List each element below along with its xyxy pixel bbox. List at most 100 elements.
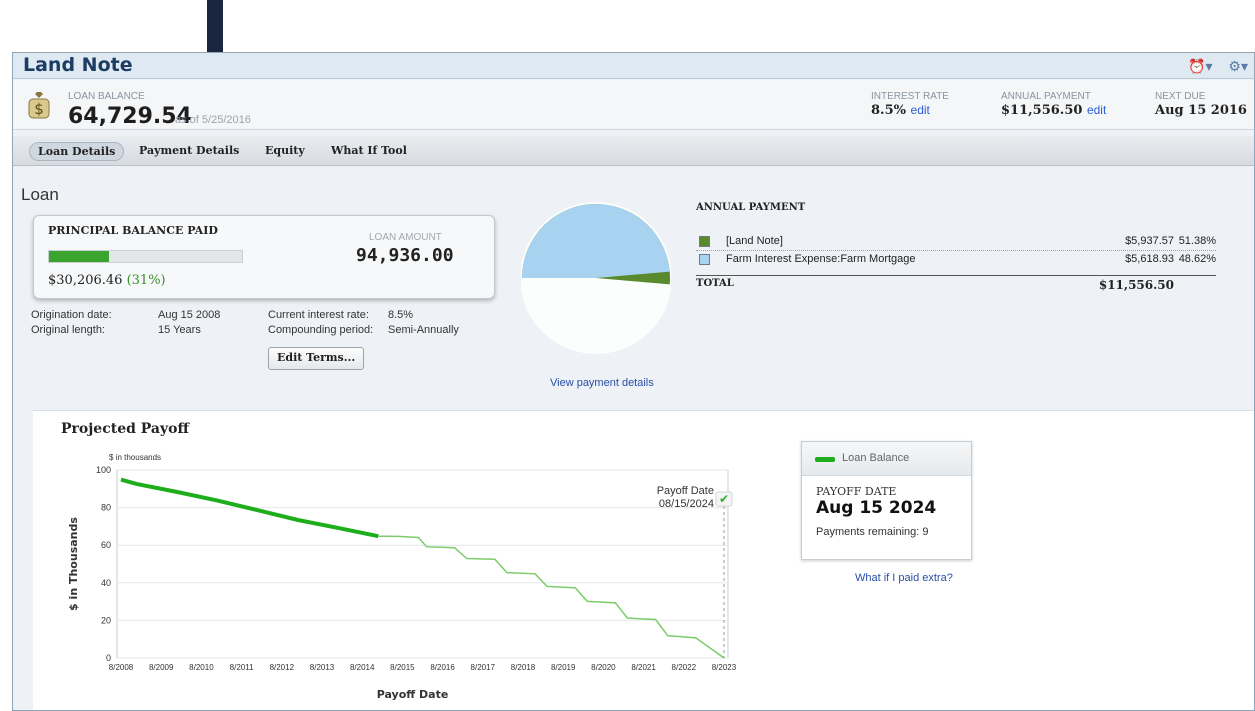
money-bag-icon: $ <box>28 92 50 119</box>
y-tick-label: 40 <box>101 578 111 588</box>
payment-amount: $5,937.57 <box>1125 235 1174 247</box>
interest-rate-stat: INTEREST RATE 8.5% edit <box>871 91 949 118</box>
payoff-date-value: Aug 15 2024 <box>816 498 937 518</box>
loan-balance-label: LOAN BALANCE <box>68 91 145 102</box>
payment-name: [Land Note] <box>726 235 783 247</box>
window-title: Land Note <box>23 54 133 76</box>
x-tick-label: 8/2012 <box>270 663 295 672</box>
svg-text:$: $ <box>34 100 44 118</box>
principal-paid: $30,206.46 (31%) <box>48 273 166 288</box>
interest-rate-edit-link[interactable]: edit <box>911 103 930 117</box>
units-label: $ in thousands <box>109 453 161 462</box>
next-due-value: Aug 15 2016 <box>1155 103 1247 118</box>
gear-icon[interactable]: ⚙▾ <box>1228 58 1248 74</box>
principal-paid-percent: (31%) <box>126 273 166 288</box>
x-tick-label: 8/2020 <box>591 663 616 672</box>
loan-balance-date: as of 5/25/2016 <box>175 114 251 126</box>
annual-payment-stat: ANNUAL PAYMENT $11,556.50 edit <box>1001 91 1106 118</box>
principal-progress-fill <box>49 251 109 262</box>
current-rate-value: 8.5% <box>388 309 414 321</box>
x-tick-label: 8/2013 <box>310 663 335 672</box>
next-due-label: NEXT DUE <box>1155 91 1206 102</box>
payoff-summary-box: Loan Balance PAYOFF DATE Aug 15 2024 Pay… <box>801 441 972 560</box>
principal-balance-title: PRINCIPAL BALANCE PAID <box>48 224 218 237</box>
land-note-swatch <box>699 236 710 247</box>
farm-interest-swatch <box>699 254 710 265</box>
principal-balance-card: PRINCIPAL BALANCE PAID $30,206.46 (31%) … <box>33 215 495 299</box>
payment-row: Farm Interest Expense:Farm Mortgage $5,6… <box>696 251 1216 269</box>
payoff-annotation-date: 08/15/2024 <box>659 498 714 510</box>
x-tick-label: 8/2016 <box>430 663 455 672</box>
x-tick-label: 8/2023 <box>712 663 737 672</box>
title-bar: Land Note ⏰▾ ⚙▾ <box>13 53 1254 79</box>
legend-header: Loan Balance <box>802 442 971 476</box>
original-length-label: Original length: <box>31 324 105 336</box>
view-payment-details-link[interactable]: View payment details <box>550 377 654 389</box>
payment-percent: 48.62% <box>1178 253 1216 265</box>
payment-name: Farm Interest Expense:Farm Mortgage <box>726 253 916 265</box>
original-length-value: 15 Years <box>158 324 201 336</box>
compounding-value: Semi-Annually <box>388 324 459 336</box>
payments-remaining: Payments remaining: 9 <box>816 526 929 538</box>
x-tick-label: 8/2017 <box>471 663 496 672</box>
loan-balance-swatch <box>815 457 835 462</box>
tab-equity[interactable]: Equity <box>257 142 313 159</box>
y-tick-label: 80 <box>101 503 111 513</box>
principal-progress-bar <box>48 250 243 263</box>
interest-rate-value: 8.5% <box>871 103 906 118</box>
pie-slice-farm-interest <box>522 204 670 278</box>
x-tick-label: 8/2008 <box>109 663 134 672</box>
x-tick-label: 8/2021 <box>631 663 656 672</box>
y-axis-label: $ in Thousands <box>67 517 80 611</box>
y-tick-label: 60 <box>101 540 111 550</box>
compounding-label: Compounding period: <box>268 324 374 336</box>
series-line <box>378 535 725 659</box>
annual-payment-title: ANNUAL PAYMENT <box>696 202 806 213</box>
loan-amount-value: 94,936.00 <box>356 245 454 266</box>
next-due-stat: NEXT DUE Aug 15 2016 <box>1155 91 1247 118</box>
loan-summary: $ LOAN BALANCE 64,729.54 as of 5/25/2016… <box>13 80 1254 130</box>
total-label: TOTAL <box>696 278 734 289</box>
payoff-date-label: PAYOFF DATE <box>816 485 897 498</box>
payoff-annotation-label: Payoff Date <box>657 485 714 497</box>
payment-percent: 51.38% <box>1178 235 1216 247</box>
what-if-paid-extra-link[interactable]: What if I paid extra? <box>855 572 953 584</box>
check-icon: ✔ <box>719 492 729 506</box>
loan-window: Land Note ⏰▾ ⚙▾ $ LOAN BALANCE 64,729.54… <box>12 52 1255 711</box>
total-amount: $11,556.50 <box>1098 278 1174 292</box>
payment-row: [Land Note] $5,937.57 51.38% <box>696 233 1216 251</box>
x-axis-label: Payoff Date <box>377 688 449 701</box>
x-tick-label: 8/2009 <box>149 663 174 672</box>
title-bar-icons: ⏰▾ ⚙▾ <box>1176 58 1248 75</box>
tab-loan-details[interactable]: Loan Details <box>29 142 125 161</box>
x-tick-label: 8/2019 <box>551 663 576 672</box>
origination-date-label: Origination date: <box>31 309 112 321</box>
reminder-icon[interactable]: ⏰▾ <box>1188 58 1212 74</box>
loan-amount-label: LOAN AMOUNT <box>369 232 442 243</box>
interest-rate-label: INTEREST RATE <box>871 91 949 102</box>
principal-paid-amount: $30,206.46 <box>48 273 123 288</box>
annual-payment-pie <box>521 202 671 354</box>
tab-payment-details[interactable]: Payment Details <box>131 142 247 159</box>
tab-what-if-tool[interactable]: What If Tool <box>323 142 415 159</box>
x-tick-label: 8/2011 <box>230 663 254 672</box>
tab-bar: Loan Details Payment Details Equity What… <box>13 136 1254 166</box>
loan-balance-value: 64,729.54 <box>68 104 192 129</box>
x-tick-label: 8/2014 <box>350 663 375 672</box>
payment-total-row: TOTAL $11,556.50 <box>696 275 1216 292</box>
payoff-chart: 0 20 40 60 80 100 8/2008 8/2009 8/2010 8/2011 8/20… <box>67 453 737 701</box>
origination-date-value: Aug 15 2008 <box>158 309 221 321</box>
x-tick-label: 8/2015 <box>390 663 415 672</box>
x-tick-label: 8/2022 <box>672 663 697 672</box>
current-rate-label: Current interest rate: <box>268 309 369 321</box>
payment-amount: $5,618.93 <box>1125 253 1174 265</box>
edit-terms-button[interactable]: Edit Terms... <box>268 347 365 370</box>
annual-payment-label: ANNUAL PAYMENT <box>1001 91 1091 102</box>
legend-label: Loan Balance <box>842 452 910 464</box>
loan-heading: Loan <box>21 185 59 204</box>
y-tick-label: 20 <box>101 615 111 625</box>
y-tick-label: 0 <box>106 653 111 663</box>
y-tick-label: 100 <box>96 465 111 475</box>
projected-payoff-panel: Projected Payoff 0 20 40 60 80 100 8/2008 8/200… <box>33 410 1254 710</box>
annual-payment-edit-link[interactable]: edit <box>1087 103 1106 117</box>
